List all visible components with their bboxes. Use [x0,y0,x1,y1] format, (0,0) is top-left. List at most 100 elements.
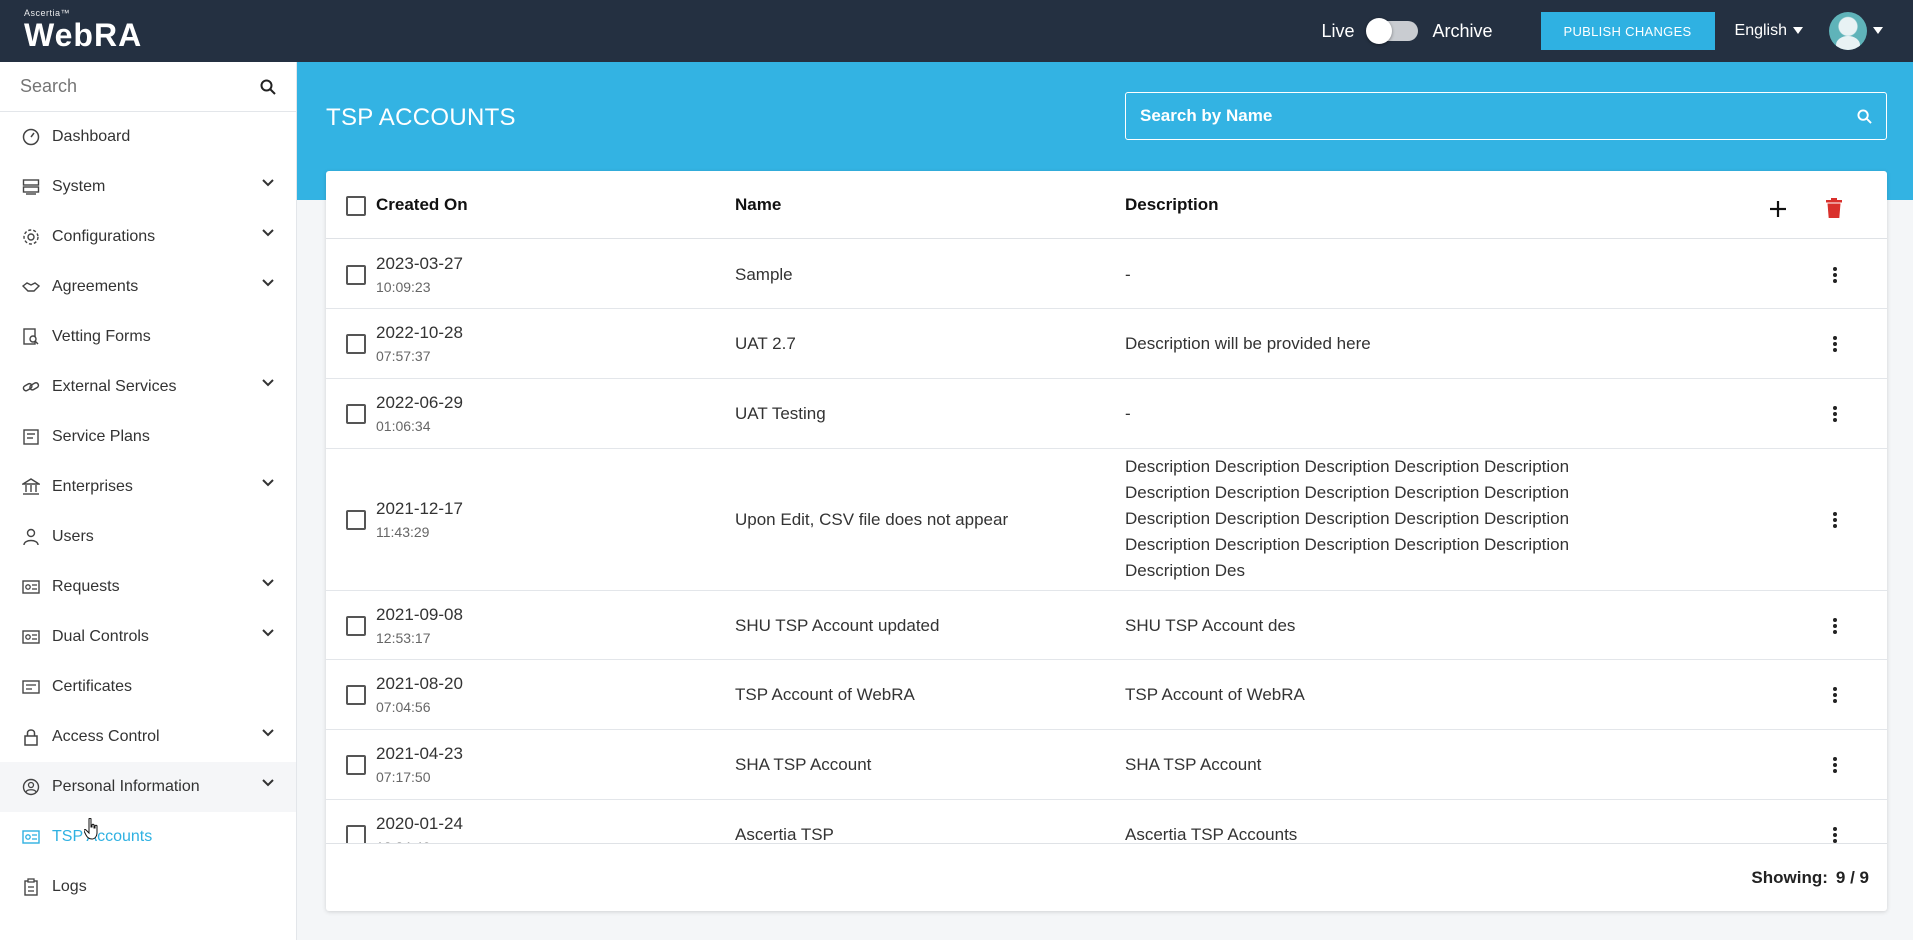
sidebar-item-label: Certificates [52,678,133,695]
sidebar-item-label: Service Plans [52,428,150,445]
table-header: Created On Name Description [326,171,1887,239]
row-checkbox[interactable] [346,404,366,424]
sidebar-search-input[interactable] [20,76,250,97]
sidebar-item-label: Enterprises [52,478,133,495]
user-menu[interactable] [1829,12,1883,50]
account-description: - [1125,264,1131,284]
created-time: 07:17:50 [376,769,431,785]
showing-value: 9 / 9 [1835,868,1869,887]
created-date: 2021-12-17 [376,499,463,518]
sidebar-item-label: Dual Controls [52,628,149,645]
sidebar-nav: Dashboard System Configurations Agreements V… [0,112,296,912]
sidebar-item-system[interactable]: System [0,162,296,212]
app-logo[interactable]: Ascertia™ WebRA [24,8,142,52]
row-actions-icon[interactable] [1833,616,1839,636]
clipboard-icon [20,876,42,898]
page-title: TSP ACCOUNTS [326,104,516,131]
search-icon[interactable] [260,79,276,95]
search-icon[interactable] [1857,108,1872,124]
sidebar: Dashboard System Configurations Agreements V… [0,62,297,940]
sidebar-item-label: Logs [52,878,87,895]
row-checkbox[interactable] [346,755,366,775]
table-row[interactable]: 2021-04-23 07:17:50 SHA TSP Account SHA TSP… [326,730,1887,800]
created-time: 11:43:29 [376,524,430,540]
sidebar-item-dual-controls[interactable]: Dual Controls [0,612,296,662]
add-icon[interactable] [1769,200,1787,218]
sidebar-item-dashboard[interactable]: Dashboard [0,112,296,162]
row-checkbox[interactable] [346,685,366,705]
top-bar-actions: Live Archive PUBLISH CHANGES English [1321,0,1913,62]
table-row[interactable]: 2021-12-17 11:43:29 Upon Edit, CSV file do… [326,449,1887,591]
created-date: 2021-08-20 [376,674,463,693]
chevron-down-icon [262,279,274,287]
table-row[interactable]: 2021-09-08 12:53:17 SHU TSP Account update… [326,591,1887,660]
sidebar-item-configurations[interactable]: Configurations [0,212,296,262]
sidebar-item-label: Dashboard [52,128,131,145]
sidebar-item-enterprises[interactable]: Enterprises [0,462,296,512]
sidebar-item-tsp-accounts[interactable]: TSP Accounts [0,812,296,862]
row-actions-icon[interactable] [1833,404,1839,424]
column-name[interactable]: Name [735,195,781,215]
row-actions-icon[interactable] [1833,825,1839,843]
sidebar-item-requests[interactable]: Requests [0,562,296,612]
row-checkbox[interactable] [346,825,366,843]
created-time: 12:53:17 [376,629,431,646]
sidebar-item-certificates[interactable]: Certificates [0,662,296,712]
row-actions-icon[interactable] [1833,685,1839,705]
sidebar-item-external-services[interactable]: External Services [0,362,296,412]
sidebar-item-personal-information[interactable]: Personal Information [0,762,296,812]
showing-count: Showing: 9 / 9 [1751,868,1869,888]
column-description[interactable]: Description [1125,195,1219,215]
language-selector[interactable]: English [1735,22,1803,40]
name-search-input[interactable] [1140,106,1820,126]
select-all-checkbox[interactable] [346,196,366,216]
sidebar-item-label: Requests [52,578,120,595]
row-actions-icon[interactable] [1833,755,1839,775]
lock-icon [20,726,42,748]
row-actions-icon[interactable] [1833,334,1839,354]
row-actions-icon[interactable] [1833,510,1839,530]
row-checkbox[interactable] [346,510,366,530]
avatar [1829,12,1867,50]
row-checkbox[interactable] [346,615,366,636]
table-row[interactable]: 2023-03-27 10:09:23 Sample - [326,240,1887,309]
chevron-down-icon [262,779,274,787]
sidebar-item-access-control[interactable]: Access Control [0,712,296,762]
sidebar-item-agreements[interactable]: Agreements [0,262,296,312]
account-name[interactable]: SHU TSP Account updated [735,616,939,636]
account-name[interactable]: SHA TSP Account [735,755,871,775]
brand-name: WebRA [24,17,143,53]
account-name[interactable]: Sample [735,265,793,285]
row-actions-icon[interactable] [1833,265,1839,285]
certificate-icon [20,676,42,698]
row-checkbox[interactable] [346,264,366,285]
account-name[interactable]: UAT 2.7 [735,334,796,354]
sidebar-item-logs[interactable]: Logs [0,862,296,912]
table-body: 2023-03-27 10:09:23 Sample - 2022-10-28 07:57… [326,240,1887,843]
tsp-accounts-table: Created On Name Description 2023-03-27 10… [326,171,1887,911]
account-name[interactable]: TSP Account of WebRA [735,685,915,705]
trash-icon[interactable] [1826,198,1842,218]
row-checkbox[interactable] [346,334,366,354]
publish-changes-button[interactable]: PUBLISH CHANGES [1540,12,1715,50]
account-name[interactable]: UAT Testing [735,404,826,424]
account-description: TSP Account of WebRA [1125,685,1305,704]
gear-icon [20,226,42,248]
account-description: - [1125,404,1131,423]
table-row[interactable]: 2020-01-2412:34:49Ascertia TSPAscertia T… [326,800,1887,843]
user-icon [20,526,42,548]
table-row[interactable]: 2022-10-28 07:57:37 UAT 2.7 Description wil… [326,309,1887,379]
table-row[interactable]: 2022-06-29 01:06:34 UAT Testing - [326,379,1887,449]
created-date: 2022-10-28 [376,323,463,342]
account-name[interactable]: Ascertia TSP [735,825,834,843]
sidebar-item-users[interactable]: Users [0,512,296,562]
table-row[interactable]: 2021-08-20 07:04:56 TSP Account of WebRA TS… [326,660,1887,730]
sidebar-item-label: Vetting Forms [52,328,151,345]
live-archive-toggle[interactable] [1366,18,1419,44]
sidebar-item-vetting-forms[interactable]: Vetting Forms [0,312,296,362]
sidebar-item-service-plans[interactable]: Service Plans [0,412,296,462]
account-name[interactable]: Upon Edit, CSV file does not appear [735,510,1008,530]
account-description: Description will be provided here [1125,334,1371,353]
id-card-icon [20,626,42,648]
column-created-on[interactable]: Created On [376,195,468,215]
